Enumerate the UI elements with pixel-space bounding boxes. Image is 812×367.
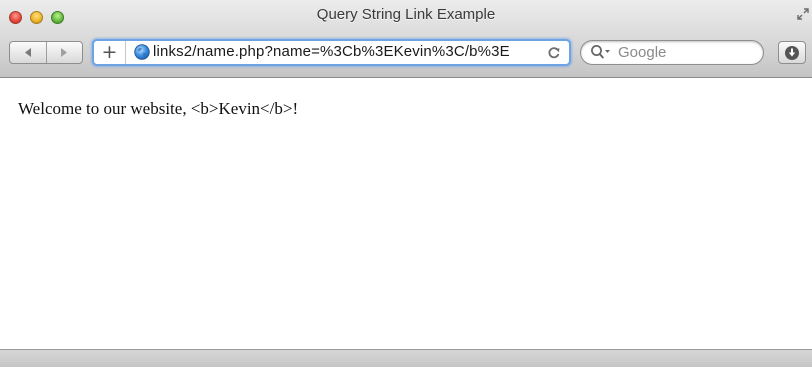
url-text[interactable]: links2/name.php?name=%3Cb%3EKevin%3C/b%3… bbox=[153, 43, 510, 60]
forward-arrow-icon bbox=[61, 48, 68, 57]
back-forward-buttons bbox=[9, 41, 83, 64]
search-placeholder: Google bbox=[618, 44, 667, 61]
search-field[interactable]: Google bbox=[580, 40, 764, 65]
search-icon[interactable] bbox=[590, 44, 612, 61]
window-title: Query String Link Example bbox=[316, 6, 496, 23]
downloads-button[interactable] bbox=[778, 41, 806, 64]
back-button[interactable] bbox=[10, 42, 46, 63]
fullscreen-icon[interactable] bbox=[796, 7, 810, 21]
web-content: Welcome to our website, <b>Kevin</b>! bbox=[0, 78, 812, 349]
address-bar[interactable]: + links2/name.php?name=%3Cb%3EKevin%3C/b… bbox=[92, 39, 571, 66]
status-bar bbox=[0, 349, 812, 367]
add-bookmark-button[interactable]: + bbox=[94, 41, 126, 64]
reload-icon[interactable] bbox=[546, 44, 562, 60]
globe-icon bbox=[134, 44, 150, 60]
download-icon bbox=[785, 45, 799, 60]
toolbar: Query String Link Example + links2/name.… bbox=[0, 0, 812, 78]
browser-window: Query String Link Example + links2/name.… bbox=[0, 0, 812, 367]
back-arrow-icon bbox=[24, 48, 31, 57]
forward-button[interactable] bbox=[45, 42, 83, 63]
welcome-message: Welcome to our website, <b>Kevin</b>! bbox=[18, 99, 299, 118]
